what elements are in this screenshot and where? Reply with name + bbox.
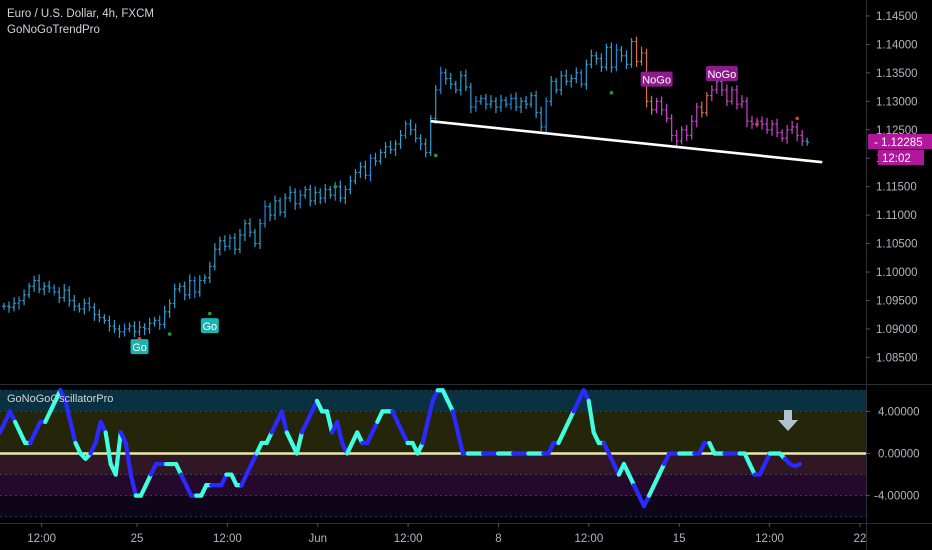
price-tick-label: 1.13000 xyxy=(876,96,918,108)
nogo-label: NoGo xyxy=(707,69,736,81)
osc-tick-label: -4.00000 xyxy=(874,491,919,503)
signal-dot xyxy=(795,116,799,121)
time-tick-label: 8 xyxy=(495,533,501,545)
price-tick-label: 1.14500 xyxy=(876,11,918,23)
signal-dot xyxy=(609,90,614,95)
countdown-label: 12:02 xyxy=(882,153,911,165)
last-price-label: - 1.12285 xyxy=(874,137,923,149)
price-bars xyxy=(2,36,809,338)
time-tick-label: 12:00 xyxy=(755,533,784,545)
signal-dot xyxy=(433,153,438,158)
nogo-label: NoGo xyxy=(642,75,671,87)
osc-tick-label: 4.00000 xyxy=(878,406,920,418)
price-tick-label: 1.13500 xyxy=(876,68,918,80)
price-tick-label: 1.10500 xyxy=(876,239,918,251)
go-label: Go xyxy=(132,342,147,354)
price-tick-label: 1.11500 xyxy=(876,182,917,194)
time-tick-label: 15 xyxy=(673,533,686,545)
price-tick-label: 1.14000 xyxy=(876,39,918,51)
price-tick-label: 1.10000 xyxy=(876,267,918,279)
price-tick-label: 1.09500 xyxy=(876,295,918,307)
symbol-title[interactable]: Euro / U.S. Dollar, 4h, FXCM xyxy=(7,8,154,20)
oscillator-band xyxy=(0,495,866,517)
signal-dot xyxy=(167,332,172,336)
trend-indicator-name[interactable]: GoNoGoTrendPro xyxy=(7,24,100,36)
oscillator-name[interactable]: GoNoGoOscillatorPro xyxy=(7,393,113,405)
osc-tick-label: 0.00000 xyxy=(878,449,920,461)
price-tick-label: 1.09000 xyxy=(876,324,918,336)
time-tick-label: 12:00 xyxy=(213,533,242,545)
price-tick-label: 1.11000 xyxy=(876,210,917,222)
signal-dot xyxy=(208,311,212,316)
oscillator-band xyxy=(0,411,866,454)
signal-dot xyxy=(755,122,759,126)
time-tick-label: 22 xyxy=(854,533,867,545)
chart-svg[interactable]: 1.145001.140001.135001.130001.125001.120… xyxy=(0,0,932,550)
price-tick-label: 1.08500 xyxy=(876,352,918,364)
go-label: Go xyxy=(202,321,217,333)
time-tick-label: 25 xyxy=(131,533,144,545)
time-tick-label: 12:00 xyxy=(394,533,423,545)
trendline xyxy=(430,119,823,164)
time-tick-label: Jun xyxy=(308,533,327,545)
signal-dot xyxy=(333,184,338,189)
time-tick-label: 12:00 xyxy=(27,533,56,545)
oscillator-segment xyxy=(792,461,803,469)
time-tick-label: 12:00 xyxy=(574,533,603,545)
